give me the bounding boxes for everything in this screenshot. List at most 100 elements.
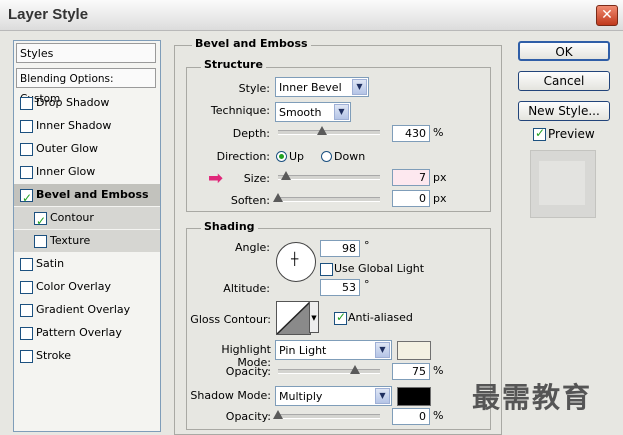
style-item-inner-glow[interactable]: Inner Glow	[14, 161, 160, 183]
style-item-label: Bevel and Emboss	[36, 188, 149, 201]
chevron-down-icon[interactable]: ▼	[375, 388, 390, 404]
window-title: Layer Style	[8, 6, 89, 23]
styles-header[interactable]: Styles	[16, 43, 156, 63]
anti-aliased-checkbox[interactable]: ✓	[334, 310, 347, 325]
style-item-bevel-emboss[interactable]: ✓ Bevel and Emboss	[14, 184, 160, 206]
texture-checkbox[interactable]	[34, 235, 47, 248]
depth-slider[interactable]	[278, 130, 380, 135]
shadow-mode-label: Shadow Mode:	[190, 389, 271, 402]
contour-curve-icon	[277, 302, 310, 334]
color-overlay-checkbox[interactable]	[20, 281, 33, 294]
technique-select[interactable]: Smooth ▼	[275, 102, 351, 122]
style-item-contour[interactable]: ✓ Contour	[14, 207, 160, 229]
shadow-opacity-label: Opacity:	[225, 410, 271, 423]
highlight-mode-select[interactable]: Pin Light ▼	[275, 340, 392, 360]
shadow-opacity-input[interactable]: 0	[392, 408, 430, 425]
style-item-color-overlay[interactable]: Color Overlay	[14, 276, 160, 298]
outer-glow-checkbox[interactable]	[20, 143, 33, 156]
soften-unit: px	[433, 192, 447, 205]
angle-degree: °	[364, 239, 370, 252]
close-button[interactable]: ✕	[596, 5, 618, 26]
highlight-opacity-handle[interactable]	[350, 365, 360, 374]
angle-label: Angle:	[234, 241, 270, 254]
size-slider-handle[interactable]	[281, 171, 291, 180]
contour-checkbox[interactable]: ✓	[34, 212, 47, 228]
gradient-overlay-checkbox[interactable]	[20, 304, 33, 317]
angle-dial[interactable]: ┼	[276, 242, 316, 282]
shadow-opacity-unit: %	[433, 409, 444, 422]
direction-up-radio[interactable]	[276, 151, 287, 162]
pattern-overlay-checkbox[interactable]	[20, 327, 33, 340]
soften-slider-handle[interactable]	[273, 193, 283, 202]
style-item-drop-shadow[interactable]: Drop Shadow	[14, 92, 160, 114]
shadow-opacity-handle[interactable]	[273, 410, 283, 419]
gloss-contour-picker[interactable]	[276, 301, 311, 335]
altitude-input[interactable]: 53	[320, 279, 360, 296]
style-item-label: Contour	[50, 211, 94, 224]
satin-checkbox[interactable]	[20, 258, 33, 271]
size-slider[interactable]	[278, 175, 380, 180]
depth-label: Depth:	[232, 127, 270, 140]
highlight-opacity-slider[interactable]	[278, 369, 380, 374]
chevron-down-icon[interactable]: ▼	[375, 342, 390, 358]
shadow-color-swatch[interactable]	[397, 387, 431, 406]
crosshair-icon: ┼	[291, 252, 299, 266]
direction-down-radio[interactable]	[321, 151, 332, 162]
depth-input[interactable]: 430	[392, 125, 430, 142]
style-item-label: Gradient Overlay	[36, 303, 131, 316]
highlight-opacity-unit: %	[433, 364, 444, 377]
style-item-label: Color Overlay	[36, 280, 111, 293]
style-item-stroke[interactable]: Stroke	[14, 345, 160, 367]
style-label: Style:	[238, 82, 270, 95]
style-item-label: Inner Glow	[36, 165, 96, 178]
gloss-contour-label: Gloss Contour:	[190, 313, 271, 326]
direction-down-label: Down	[334, 150, 366, 163]
chevron-down-icon[interactable]: ▼	[309, 301, 319, 333]
soften-slider[interactable]	[278, 197, 380, 202]
style-item-outer-glow[interactable]: Outer Glow	[14, 138, 160, 160]
cancel-button[interactable]: Cancel	[518, 71, 610, 91]
check-icon: ✓	[336, 310, 347, 324]
bevel-emboss-heading: Bevel and Emboss	[192, 37, 311, 50]
drop-shadow-checkbox[interactable]	[20, 97, 33, 110]
size-unit: px	[433, 171, 447, 184]
style-item-label: Outer Glow	[36, 142, 99, 155]
shadow-mode-select[interactable]: Multiply ▼	[275, 386, 392, 406]
highlight-opacity-input[interactable]: 75	[392, 363, 430, 380]
inner-glow-checkbox[interactable]	[20, 166, 33, 179]
style-item-texture[interactable]: Texture	[14, 230, 160, 252]
style-item-label: Inner Shadow	[36, 119, 112, 132]
style-item-gradient-overlay[interactable]: Gradient Overlay	[14, 299, 160, 321]
style-item-satin[interactable]: Satin	[14, 253, 160, 275]
chevron-down-icon[interactable]: ▼	[334, 104, 349, 120]
depth-slider-handle[interactable]	[317, 126, 327, 135]
altitude-degree: °	[364, 278, 370, 291]
style-item-label: Stroke	[36, 349, 72, 362]
inner-shadow-checkbox[interactable]	[20, 120, 33, 133]
style-item-pattern-overlay[interactable]: Pattern Overlay	[14, 322, 160, 344]
check-icon: ✓	[22, 191, 33, 205]
size-label: Size:	[243, 172, 270, 185]
blending-options-item[interactable]: Blending Options: Custom	[16, 68, 156, 105]
bevel-emboss-checkbox[interactable]: ✓	[20, 189, 33, 205]
soften-input[interactable]: 0	[392, 190, 430, 207]
preview-swatch	[539, 161, 585, 205]
stroke-checkbox[interactable]	[20, 350, 33, 363]
style-select[interactable]: Inner Bevel ▼	[275, 77, 369, 97]
angle-input[interactable]: 98	[320, 240, 360, 257]
highlight-color-swatch[interactable]	[397, 341, 431, 360]
size-input[interactable]: 7	[392, 169, 430, 186]
preview-thumbnail	[530, 150, 596, 218]
new-style-button[interactable]: New Style...	[518, 101, 610, 121]
altitude-label: Altitude:	[223, 282, 270, 295]
preview-checkbox[interactable]: ✓	[533, 126, 546, 141]
global-light-checkbox[interactable]	[320, 263, 333, 276]
shadow-opacity-slider[interactable]	[278, 414, 380, 419]
styles-list: Styles Blending Options: Custom Drop Sha…	[13, 40, 161, 432]
chevron-down-icon[interactable]: ▼	[352, 79, 367, 95]
technique-label: Technique:	[210, 104, 270, 117]
title-bar	[0, 0, 623, 31]
ok-button[interactable]: OK	[518, 41, 610, 61]
style-item-inner-shadow[interactable]: Inner Shadow	[14, 115, 160, 137]
shadow-mode-value: Multiply	[279, 390, 323, 403]
